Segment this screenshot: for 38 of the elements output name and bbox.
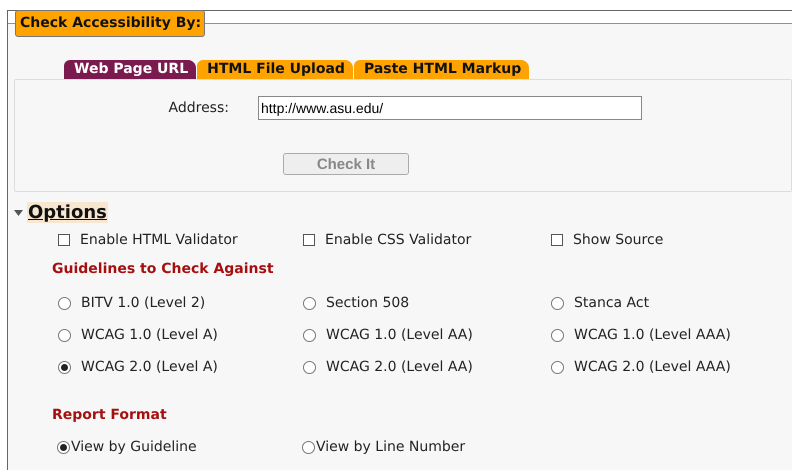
guidelines-heading: Guidelines to Check Against bbox=[52, 261, 275, 277]
address-label: Address: bbox=[168, 100, 229, 116]
radio-label: View by Guideline bbox=[71, 439, 197, 455]
radio-button[interactable] bbox=[303, 360, 316, 374]
radio-label: WCAG 1.0 (Level AA) bbox=[326, 327, 473, 343]
radio-label: WCAG 2.0 (Level AA) bbox=[326, 359, 473, 375]
radio-label: Section 508 bbox=[326, 295, 410, 311]
checkbox-label: Enable HTML Validator bbox=[80, 232, 238, 248]
radio-label: BITV 1.0 (Level 2) bbox=[81, 295, 206, 311]
checkbox[interactable] bbox=[58, 234, 70, 246]
options-heading[interactable]: Options bbox=[27, 202, 108, 223]
radio-button[interactable] bbox=[58, 328, 71, 342]
checkbox[interactable] bbox=[551, 234, 563, 246]
checkbox[interactable] bbox=[303, 234, 315, 246]
radio-button[interactable] bbox=[302, 440, 315, 454]
radio-label: WCAG 2.0 (Level A) bbox=[81, 359, 218, 375]
radio-button[interactable] bbox=[551, 296, 564, 310]
radio-label: Stanca Act bbox=[574, 295, 650, 311]
radio-button[interactable] bbox=[58, 296, 71, 310]
radio-label: WCAG 1.0 (Level A) bbox=[81, 327, 218, 343]
collapse-icon[interactable] bbox=[14, 210, 23, 216]
tab[interactable]: Paste HTML Markup bbox=[354, 60, 530, 79]
address-field[interactable]: http://www.asu.edu/ bbox=[258, 96, 642, 120]
radio-label: WCAG 2.0 (Level AAA) bbox=[574, 359, 731, 375]
radio-button[interactable] bbox=[303, 328, 316, 342]
checkbox-label: Enable CSS Validator bbox=[325, 232, 472, 248]
radio-button[interactable] bbox=[551, 360, 564, 374]
report-format-heading: Report Format bbox=[52, 407, 168, 423]
checkbox-label: Show Source bbox=[573, 232, 664, 248]
section-legend: Check Accessibility By: bbox=[15, 10, 206, 37]
radio-button[interactable] bbox=[303, 296, 316, 310]
tab[interactable]: HTML File Upload bbox=[197, 60, 353, 79]
radio-button[interactable] bbox=[57, 440, 70, 454]
tab[interactable]: Web Page URL bbox=[64, 60, 196, 79]
radio-label: WCAG 1.0 (Level AAA) bbox=[574, 327, 731, 343]
radio-label: View by Line Number bbox=[316, 439, 466, 455]
radio-button[interactable] bbox=[58, 360, 71, 374]
radio-button[interactable] bbox=[551, 328, 564, 342]
